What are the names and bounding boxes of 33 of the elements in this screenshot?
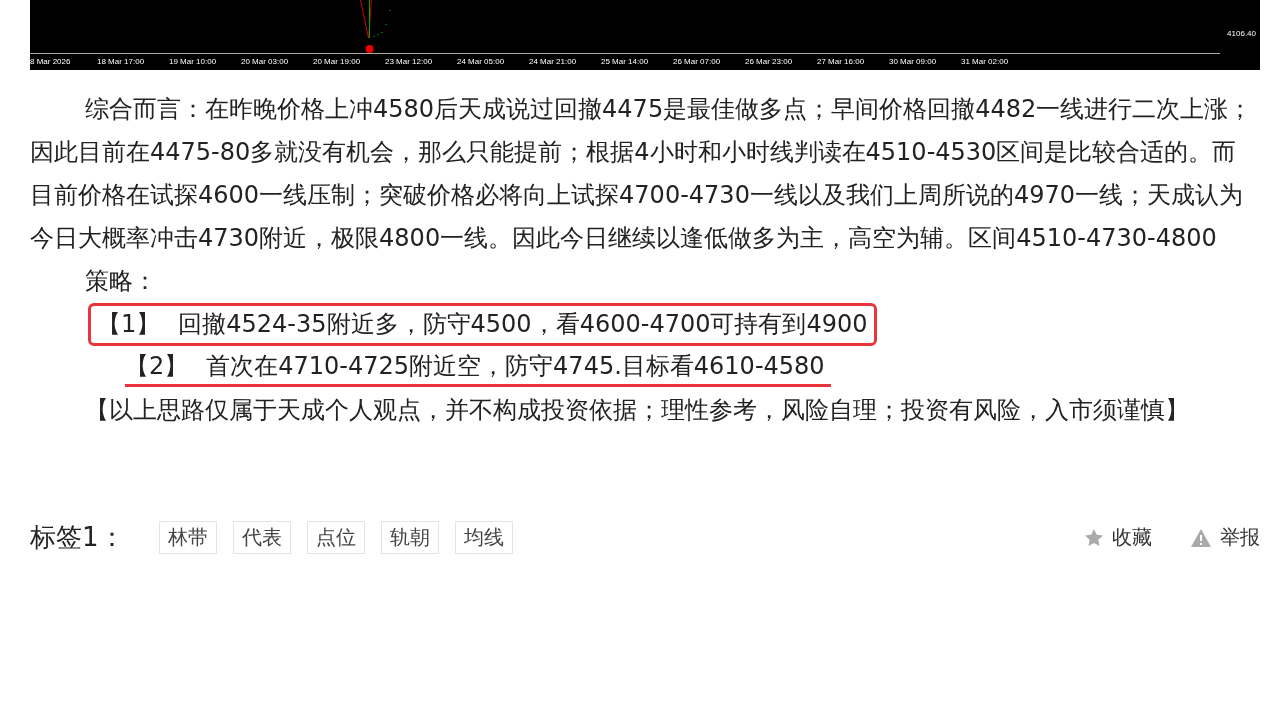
tag-link[interactable]: 林带 [158, 521, 217, 554]
tag-link[interactable]: 轨朝 [380, 521, 439, 554]
axis-label: 26 Mar 23:00 [745, 56, 794, 68]
axis-label: 20 Mar 19:00 [313, 56, 362, 68]
strategy-index: 【1】 [97, 309, 161, 340]
axis-label: 25 Mar 14:00 [601, 56, 650, 68]
axis-label: 26 Mar 07:00 [673, 56, 722, 68]
favorite-button[interactable]: 收藏 [1084, 524, 1152, 551]
strategy-index: 【2】 [125, 351, 189, 382]
axis-label: 31 Mar 02:00 [961, 56, 1010, 68]
tag-link[interactable]: 代表 [232, 521, 291, 554]
warning-icon [1190, 527, 1212, 548]
axis-label: 20 Mar 03:00 [241, 56, 290, 68]
axis-label: 18 Mar 17:00 [97, 56, 146, 68]
report-button[interactable]: 举报 [1190, 524, 1260, 551]
axis-label: 24 Mar 21:00 [529, 56, 578, 68]
candlestick-drawing [360, 0, 391, 53]
summary-paragraph: 综合而言：在昨晚价格上冲4580后天成说过回撤4475是最佳做多点；早间价格回撤4482一线进行二次上涨；因此目前在4475-80多就没有机会，那么只能提前；根据4小时和小时线判读在4510-4530区间是比较合适的。而目前价格在试探4600一线压制；突破价格必将向上试探4700-4730一线以及我们上周所说的4970一线；天成认为今日大概率冲击4730附近，极限4800一线。因此今日继续以逢低做多为主，高空为辅。区间4510-4730-4800 [30, 94, 1254, 254]
axis-label: 27 Mar 16:00 [817, 56, 866, 68]
tag-link[interactable]: 点位 [306, 521, 365, 554]
tag-link[interactable]: 均线 [454, 521, 513, 554]
price-label: 4106.40 [1227, 29, 1256, 38]
star-icon [1084, 527, 1104, 548]
disclaimer-paragraph: 【以上思路仅属于天成个人观点，并不构成投资依据；理性参考，风险自理；投资有风险，入市须谨慎】 [84, 395, 1190, 426]
strategy-text: 回撤4524-35附近多，防守4500，看4600-4700可持有到4900 [178, 309, 868, 340]
axis-label: 19 Mar 10:00 [169, 56, 218, 68]
axis-label: 30 Mar 09:00 [889, 56, 938, 68]
strategy-text: 首次在4710-4725附近空，防守4745.目标看4610-4580 [206, 351, 825, 382]
axis-label: 23 Mar 12:00 [385, 56, 434, 68]
axis-label: 24 Mar 05:00 [457, 56, 506, 68]
strategy-heading: 策略： [84, 266, 158, 297]
axis-label: 8 Mar 2026 [30, 56, 72, 68]
tags-label: 标签1： [30, 521, 125, 554]
